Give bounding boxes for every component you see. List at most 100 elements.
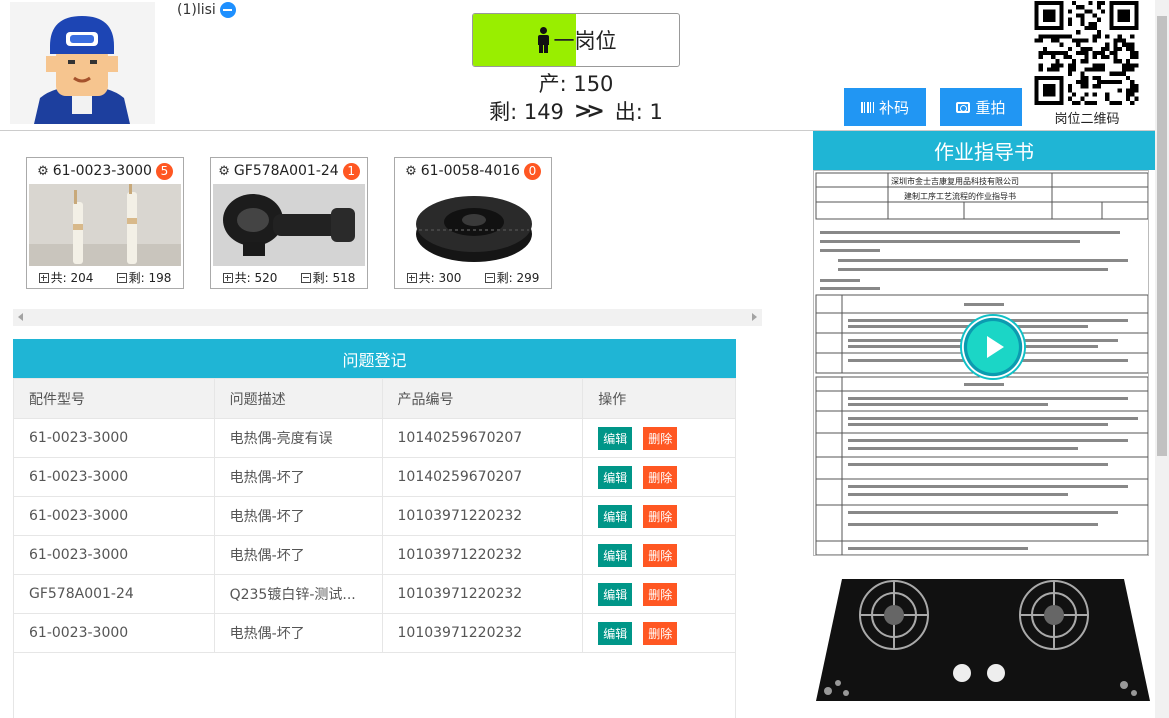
problem-cell: Q235镀白锌-测试... bbox=[213, 574, 383, 614]
play-video-button[interactable] bbox=[960, 314, 1026, 380]
part-total: 共: 204 bbox=[38, 269, 94, 286]
burner-cap-photo-icon bbox=[397, 184, 549, 266]
post-label: 一岗位 bbox=[553, 29, 617, 53]
part-card[interactable]: ⚙ 61-0023-3000 5 共: 204 剩: 198 bbox=[26, 157, 184, 289]
remain-count: 剩: 149 bbox=[489, 100, 564, 124]
retake-button[interactable]: 重拍 bbox=[940, 88, 1022, 126]
part-footer: 共: 300 剩: 299 bbox=[395, 266, 551, 288]
minus-square-icon bbox=[116, 272, 127, 283]
heating-rod-photo-icon bbox=[29, 184, 181, 266]
delete-button[interactable]: 删除 bbox=[643, 621, 678, 645]
barcode-button[interactable]: 补码 bbox=[844, 88, 926, 126]
double-chevron-right-icon: >> bbox=[573, 98, 605, 124]
part-code: 61-0058-4016 bbox=[420, 163, 520, 179]
delete-button[interactable]: 删除 bbox=[643, 426, 678, 450]
table-row: 61-0023-3000 电热偶-坏了 10103971220232 编辑 删除 bbox=[13, 535, 736, 575]
burner-body-photo-icon bbox=[213, 184, 365, 266]
page: (1)lisi 一岗位 产: 150 剩: 149 >> 出: 1 补码 重拍 … bbox=[0, 0, 1169, 718]
part-remain-label: 剩: 518 bbox=[312, 270, 356, 285]
work-guide-title: 作业指导书 bbox=[813, 131, 1155, 170]
part-total: 共: 520 bbox=[222, 269, 278, 286]
part-remain: 剩: 299 bbox=[484, 269, 539, 286]
product-number-cell: 10103971220232 bbox=[381, 496, 584, 536]
actions-cell: 编辑 删除 bbox=[582, 457, 736, 497]
delete-button[interactable]: 删除 bbox=[643, 582, 678, 606]
problem-cell: 电热偶-坏了 bbox=[213, 496, 383, 536]
produce-count: 产: 150 bbox=[538, 72, 614, 96]
scroll-left-icon[interactable] bbox=[18, 313, 23, 321]
column-header: 产品编号 bbox=[381, 378, 584, 419]
part-total: 共: 300 bbox=[406, 269, 462, 286]
avatar bbox=[10, 2, 155, 124]
part-remain-label: 剩: 198 bbox=[128, 270, 172, 285]
table-row: 61-0023-3000 电热偶-坏了 10103971220232 编辑 删除 bbox=[13, 496, 736, 536]
problem-cell: 电热偶-坏了 bbox=[213, 535, 383, 575]
part-remain: 剩: 518 bbox=[300, 269, 356, 286]
out-count: 出: 1 bbox=[614, 100, 663, 124]
actions-cell: 编辑 删除 bbox=[582, 613, 736, 653]
product-number-cell: 10140259670207 bbox=[381, 457, 584, 497]
problem-cell: 电热偶-坏了 bbox=[213, 613, 383, 653]
scrollbar-thumb[interactable] bbox=[1157, 16, 1167, 456]
minus-circle-icon[interactable] bbox=[219, 2, 236, 18]
part-model-cell: 61-0023-3000 bbox=[13, 535, 215, 575]
issue-register-title: 问题登记 bbox=[13, 339, 736, 378]
scroll-right-icon[interactable] bbox=[752, 313, 757, 321]
problem-cell: 电热偶-亮度有误 bbox=[213, 418, 383, 458]
edit-button[interactable]: 编辑 bbox=[598, 543, 633, 567]
part-count-badge: 0 bbox=[523, 162, 541, 180]
part-card[interactable]: ⚙ GF578A001-24 1 共: 520 剩: 518 bbox=[210, 157, 368, 289]
part-total-label: 共: 520 bbox=[234, 270, 278, 285]
actions-cell: 编辑 删除 bbox=[582, 418, 736, 458]
part-image bbox=[29, 184, 181, 266]
person-icon bbox=[536, 27, 550, 53]
table-row: 61-0023-3000 电热偶-亮度有误 10140259670207 编辑删… bbox=[13, 418, 736, 458]
table-row: 61-0023-3000 电热偶-坏了 10140259670207 编辑 删除 bbox=[13, 457, 736, 497]
post-indicator[interactable]: 一岗位 bbox=[472, 13, 680, 67]
delete-button[interactable]: 删除 bbox=[643, 504, 678, 528]
edit-button[interactable]: 编辑 bbox=[598, 504, 633, 528]
barcode-button-label: 补码 bbox=[878, 99, 909, 117]
plus-square-icon bbox=[406, 272, 417, 283]
gears-icon: ⚙ bbox=[37, 163, 49, 179]
edit-button[interactable]: 编辑 bbox=[598, 621, 633, 645]
part-model-cell: GF578A001-24 bbox=[13, 574, 215, 614]
edit-button[interactable]: 编辑 bbox=[598, 426, 633, 450]
play-icon bbox=[987, 336, 1004, 358]
part-image bbox=[213, 184, 365, 266]
gas-stove-photo-icon bbox=[814, 575, 1152, 708]
edit-button[interactable]: 编辑 bbox=[598, 582, 633, 606]
part-model-cell: 61-0023-3000 bbox=[13, 613, 215, 653]
delete-button[interactable]: 删除 bbox=[643, 543, 678, 567]
minus-square-icon bbox=[484, 272, 495, 283]
product-number-cell: 10103971220232 bbox=[381, 613, 584, 653]
product-number-cell: 10140259670207 bbox=[381, 418, 584, 458]
table-row: 61-0023-3000 电热偶-坏了 10103971220232 编辑 删除 bbox=[13, 613, 736, 653]
issue-table-empty-area bbox=[13, 651, 736, 718]
edit-button[interactable]: 编辑 bbox=[598, 465, 633, 489]
user-name: (1)lisi bbox=[177, 2, 216, 18]
part-title: ⚙ 61-0058-4016 0 bbox=[395, 158, 551, 184]
plus-square-icon bbox=[38, 272, 49, 283]
part-model-cell: 61-0023-3000 bbox=[13, 418, 215, 458]
qr-label: 岗位二维码 bbox=[1054, 112, 1120, 127]
vertical-scrollbar[interactable] bbox=[1155, 0, 1169, 718]
part-title: ⚙ 61-0023-3000 5 bbox=[27, 158, 183, 184]
part-total-label: 共: 204 bbox=[50, 270, 94, 285]
delete-button[interactable]: 删除 bbox=[643, 465, 678, 489]
part-total-label: 共: 300 bbox=[418, 270, 462, 285]
horizontal-scrollbar[interactable] bbox=[13, 309, 762, 326]
user-info: (1)lisi bbox=[177, 2, 236, 18]
product-number-cell: 10103971220232 bbox=[381, 574, 584, 614]
part-model-cell: 61-0023-3000 bbox=[13, 457, 215, 497]
header: (1)lisi 一岗位 产: 150 剩: 149 >> 出: 1 补码 重拍 … bbox=[0, 0, 1155, 131]
gears-icon: ⚙ bbox=[218, 163, 230, 179]
column-header: 配件型号 bbox=[13, 378, 215, 419]
table-row: GF578A001-24 Q235镀白锌-测试... 1010397122023… bbox=[13, 574, 736, 614]
part-card[interactable]: ⚙ 61-0058-4016 0 共: 300 剩: 299 bbox=[394, 157, 552, 289]
barcode-icon bbox=[860, 101, 874, 113]
part-count-badge: 1 bbox=[342, 162, 360, 180]
doc-title: 建制工序工艺流程的作业指导书 bbox=[904, 191, 1016, 201]
part-remain: 剩: 198 bbox=[116, 269, 172, 286]
part-footer: 共: 520 剩: 518 bbox=[211, 266, 367, 288]
